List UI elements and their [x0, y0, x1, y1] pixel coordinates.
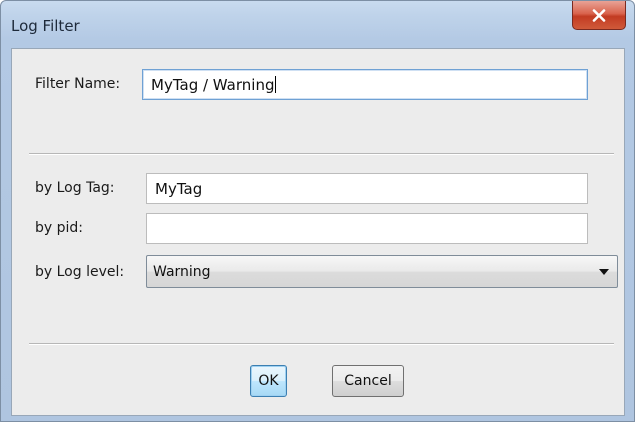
- log-level-label: by Log level:: [35, 264, 125, 280]
- filter-name-input[interactable]: MyTag / Warning: [142, 69, 588, 100]
- window-title: Log Filter: [11, 17, 80, 35]
- text-caret: [275, 76, 277, 93]
- pid-label: by pid:: [35, 220, 84, 236]
- ok-button-label: OK: [258, 373, 279, 389]
- log-tag-value: MyTag: [155, 179, 203, 198]
- dialog-content: Filter Name: MyTag / Warning by Log Tag:…: [11, 48, 625, 416]
- close-icon: [592, 8, 606, 22]
- pid-input[interactable]: [146, 213, 588, 244]
- title-bar[interactable]: Log Filter: [1, 1, 634, 49]
- ok-button[interactable]: OK: [250, 365, 287, 397]
- cancel-button[interactable]: Cancel: [332, 365, 404, 397]
- log-level-value: Warning: [153, 263, 211, 280]
- log-filter-dialog: Log Filter Filter Name: MyTag / Warning …: [0, 0, 635, 422]
- separator-bottom: [29, 343, 614, 345]
- filter-name-label: Filter Name:: [35, 76, 121, 92]
- close-button[interactable]: [572, 1, 626, 30]
- dropdown-arrow-icon: [599, 269, 609, 275]
- log-tag-label: by Log Tag:: [35, 180, 115, 196]
- log-tag-input[interactable]: MyTag: [146, 173, 588, 204]
- filter-name-value: MyTag / Warning: [151, 75, 275, 94]
- log-level-select[interactable]: Warning: [146, 255, 618, 288]
- cancel-button-label: Cancel: [344, 373, 392, 389]
- separator-top: [29, 153, 614, 155]
